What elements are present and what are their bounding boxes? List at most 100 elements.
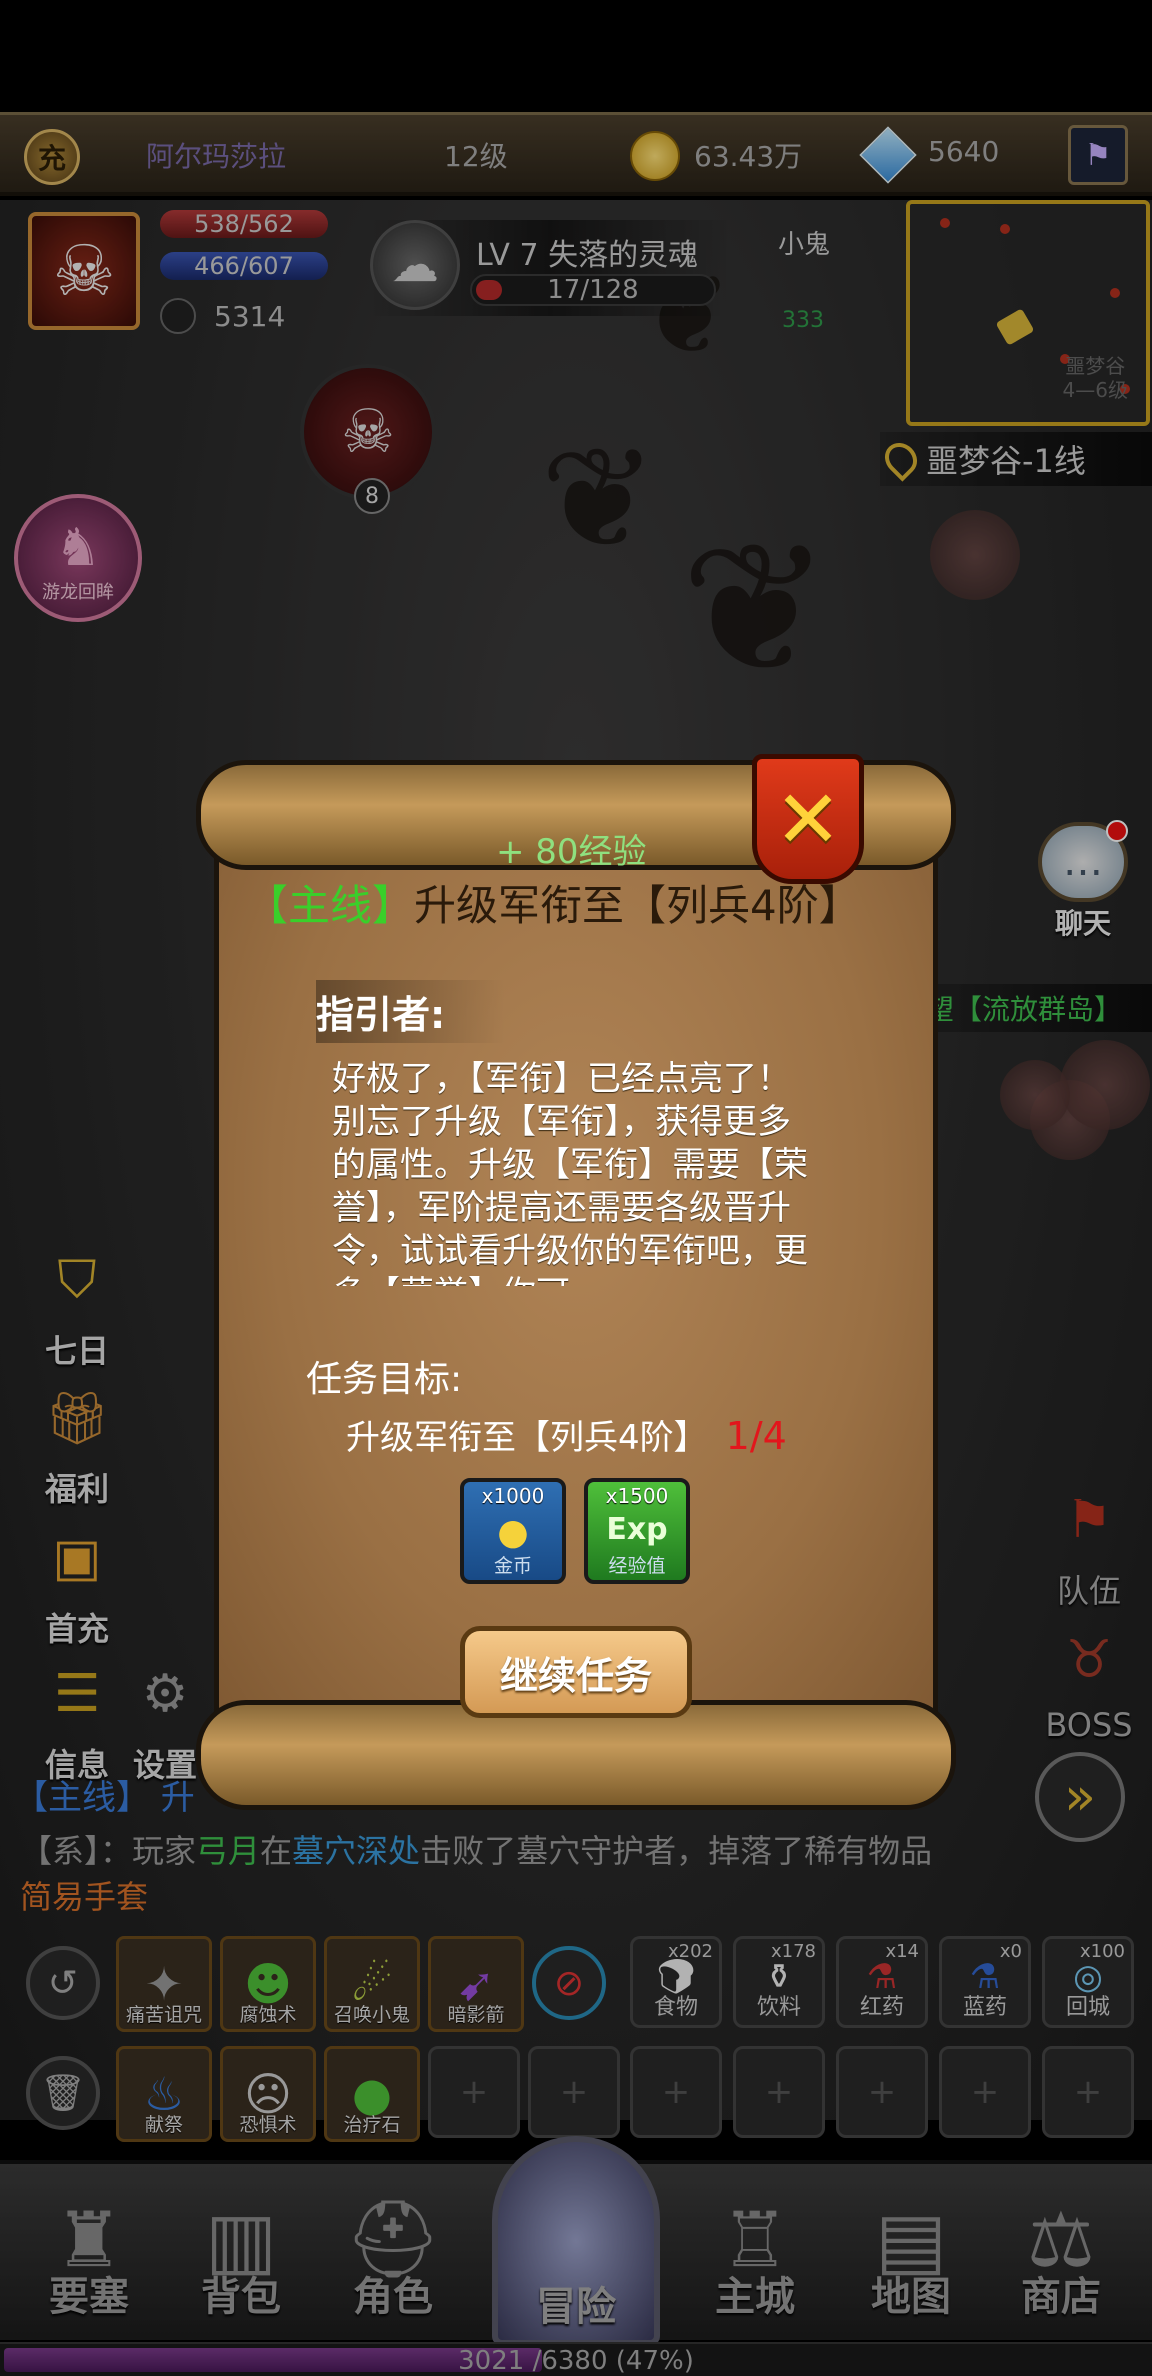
empty-slot[interactable]: +	[939, 2046, 1031, 2138]
nav-map[interactable]: ▤ 地图	[836, 2164, 986, 2344]
minimap-player-marker	[995, 308, 1035, 346]
player-hp-bar: 538/562	[160, 210, 328, 238]
trash-icon[interactable]: 🗑︎	[26, 2056, 100, 2130]
welfare-button[interactable]: 🎁︎ 福利	[12, 1372, 142, 1510]
top-resource-bar: 充 阿尔玛莎拉 12级 63.43万 5640 ⚑	[0, 112, 1152, 196]
nav-main-city[interactable]: ♖ 主城	[680, 2164, 830, 2344]
nav-fortress[interactable]: ♜ 要塞	[14, 2164, 164, 2344]
item-label: 红药	[859, 1995, 904, 2020]
minimap-zone: 噩梦谷 4—6级	[1063, 354, 1128, 402]
power-icon	[160, 298, 196, 334]
location-pin-icon	[878, 436, 924, 482]
diamond-icon[interactable]	[859, 126, 917, 184]
minimap[interactable]: 噩梦谷 4—6级	[906, 200, 1150, 426]
target-hp-bar: 17/128	[470, 274, 716, 306]
plus-icon: +	[661, 2072, 691, 2112]
status-bar	[0, 0, 1152, 110]
boss-button[interactable]: ♉︎ BOSS	[1024, 1614, 1152, 1744]
skill-slot[interactable]: ☻ 腐蚀术	[220, 1936, 316, 2032]
chat-button[interactable]: … 聊天	[1034, 820, 1132, 942]
charge-label: 充	[37, 142, 66, 175]
system-message-place: 墓穴深处	[292, 1832, 421, 1870]
empty-slot[interactable]: +	[836, 2046, 928, 2138]
objective: 升级军衔至【列兵4阶】 1/4	[346, 1410, 787, 1459]
skill-label: 恐惧术	[239, 2114, 297, 2136]
system-message-text: 击败了墓穴守护者，掉落了稀有物品	[420, 1832, 933, 1870]
skill-label: 治疗石	[343, 2114, 401, 2136]
item-label: 饮料	[756, 1995, 801, 2020]
bush	[1000, 1060, 1070, 1130]
skill-slot[interactable]: ● 治疗石	[324, 2046, 420, 2142]
skull-icon: ☠	[52, 230, 116, 312]
guide-text[interactable]: 好极了，【军衔】已经点亮了！别忘了升级【军衔】，获得更多的属性。升级【军衔】需要…	[332, 1058, 808, 1286]
dragon-event-button[interactable]: ♞ 游龙回眸	[14, 494, 142, 622]
seven-days-label: 七日	[44, 1332, 109, 1370]
system-message: 【系】：玩家弓月在墓穴深处击败了墓穴守护者，掉落了稀有物品 简易手套	[20, 1828, 1140, 1920]
continue-quest-button[interactable]: 继续任务	[460, 1626, 692, 1718]
minimap-enemy-dot	[1000, 224, 1010, 234]
system-message-text: 在	[260, 1832, 293, 1870]
skill-label: 召唤小鬼	[333, 2004, 410, 2026]
empty-slot[interactable]: +	[630, 2046, 722, 2138]
skill-slot[interactable]: ➹ 暗影箭	[428, 1936, 524, 2032]
close-button[interactable]: ✕	[752, 754, 864, 884]
skill-label: 献祭	[144, 2114, 183, 2136]
skill-slot[interactable]: ✦ 痛苦诅咒	[116, 1936, 212, 2032]
item-slot[interactable]: x202 🍞︎ 食物	[630, 1936, 722, 2028]
exp-reward: + 80经验	[496, 832, 647, 872]
player-power: 5314	[214, 300, 286, 333]
reward-exp[interactable]: x1500 Exp 经验值	[584, 1478, 690, 1584]
location-indicator[interactable]: 噩梦谷-1线	[878, 432, 1152, 486]
chat-label: 聊天	[1054, 907, 1111, 940]
item-slot[interactable]: x100 ◎ 回城	[1042, 1936, 1134, 2028]
plus-icon: +	[970, 2072, 1000, 2112]
seven-days-button[interactable]: ⛉ 七日	[12, 1234, 142, 1372]
item-slot[interactable]: x0 ⚗ 蓝药	[939, 1936, 1031, 2028]
cancel-icon[interactable]: ⊘	[532, 1946, 606, 2020]
chest-icon: ▣	[52, 1528, 102, 1588]
coin-icon[interactable]	[630, 131, 680, 181]
player-portrait[interactable]: ☠	[28, 212, 140, 330]
empty-slot[interactable]: +	[733, 2046, 825, 2138]
nav-shop[interactable]: ⚖ 商店	[986, 2164, 1136, 2344]
reward-qty: x1500	[605, 1484, 669, 1508]
monster-label: 小鬼	[778, 230, 831, 260]
skill-slot[interactable]: ☄ 召唤小鬼	[324, 1936, 420, 2032]
target-panel[interactable]: ☁ LV 7 失落的灵魂 17/128	[370, 220, 730, 316]
dead-tree-icon: ❦	[540, 418, 658, 581]
nav-character[interactable]: ⛑ 角色	[318, 2164, 468, 2344]
minimap-zone-name: 噩梦谷	[1065, 354, 1126, 378]
player-level: 12级	[444, 140, 508, 173]
undo-icon[interactable]: ↺	[26, 1946, 100, 2020]
minimap-enemy-dot	[940, 218, 950, 228]
empty-slot[interactable]: +	[1042, 2046, 1134, 2138]
item-slot[interactable]: x178 ⚱ 饮料	[733, 1936, 825, 2028]
gold-icon: ●	[497, 1512, 529, 1553]
item-slot[interactable]: x14 ⚗ 红药	[836, 1936, 928, 2028]
guide-label: 指引者:	[316, 980, 506, 1043]
first-charge-label: 首充	[44, 1610, 109, 1648]
item-label: 食物	[653, 1995, 698, 2020]
wizard-icon[interactable]: ⚑	[1068, 125, 1128, 185]
plus-icon: +	[867, 2072, 897, 2112]
nav-label: 商店	[1021, 2274, 1101, 2320]
enemy-token[interactable]: ☠ 8	[300, 364, 436, 514]
nav-backpack[interactable]: ▥ 背包	[166, 2164, 316, 2344]
skill-slot[interactable]: ♨ 献祭	[116, 2046, 212, 2142]
reward-gold[interactable]: x1000 ● 金币	[460, 1478, 566, 1584]
charge-icon[interactable]: 充	[24, 129, 80, 185]
empty-slot[interactable]: +	[528, 2046, 620, 2138]
gift-icon: 🎁︎	[43, 1388, 110, 1449]
first-charge-button[interactable]: ▣ 首充	[12, 1512, 142, 1650]
objective-text: 升级军衔至【列兵4阶】	[346, 1418, 708, 1458]
welfare-label: 福利	[44, 1470, 109, 1508]
quest-title-text: 升级军衔至【列兵4阶】	[414, 881, 861, 930]
team-button[interactable]: ⚑ 队伍	[1024, 1474, 1152, 1612]
nav-adventure[interactable]: 冒险	[492, 2136, 660, 2346]
empty-slot[interactable]: +	[428, 2046, 520, 2138]
player-name: 阿尔玛莎拉	[146, 140, 287, 173]
skill-label: 暗影箭	[447, 2004, 505, 2026]
ghost-icon: ☁	[370, 220, 460, 310]
skill-slot[interactable]: ☹ 恐惧术	[220, 2046, 316, 2142]
nav-label: 冒险	[536, 2284, 616, 2330]
